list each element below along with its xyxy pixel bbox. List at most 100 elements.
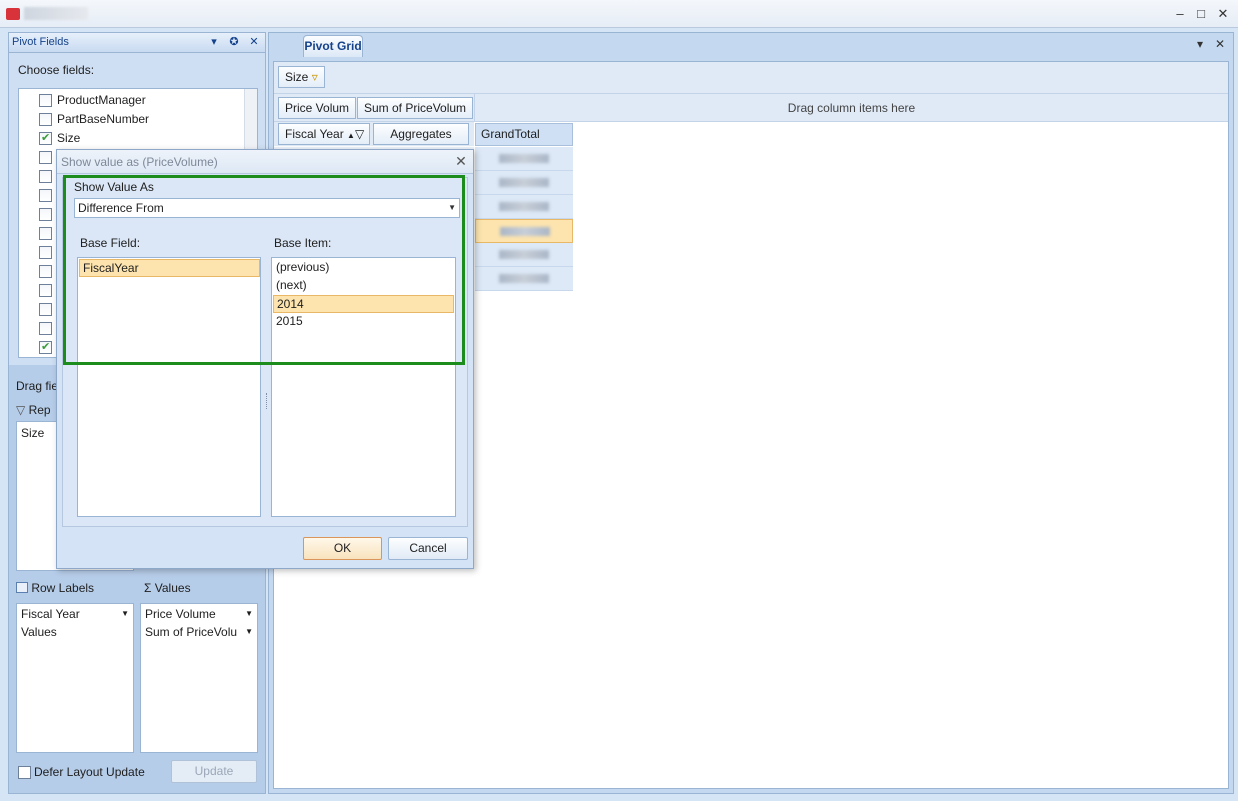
field-checkbox[interactable] (39, 170, 52, 183)
defer-layout-checkbox[interactable] (18, 766, 31, 779)
row-label-item[interactable]: Values (21, 623, 129, 641)
values-header: Σ Values (144, 581, 191, 595)
value-item[interactable]: Sum of PriceVolu ▼ (145, 623, 253, 641)
base-item-option[interactable]: (previous) (273, 259, 454, 277)
update-button[interactable]: Update (171, 760, 257, 783)
field-name: PartBaseNumber (57, 112, 150, 126)
field-row[interactable]: Size (19, 129, 243, 148)
base-item-list[interactable]: (previous) (next) 2014 2015 (271, 257, 456, 517)
redacted-value (499, 274, 549, 283)
report-filter-header: ▽ Rep (16, 403, 51, 417)
show-value-as-dialog: Show value as (PriceVolume) ✕ Show Value… (56, 149, 474, 569)
ok-button[interactable]: OK (303, 537, 382, 560)
base-item-option[interactable]: 2015 (273, 313, 454, 331)
show-value-as-select[interactable]: Difference From ▼ (74, 198, 460, 218)
field-checkbox[interactable] (39, 227, 52, 240)
field-row[interactable]: ProductManager (19, 91, 243, 110)
show-value-as-group-label: Show Value As (74, 180, 154, 194)
filter-icon: ▿ (311, 70, 318, 84)
pivot-fields-title: Pivot Fields (12, 36, 69, 48)
field-checkbox[interactable] (39, 208, 52, 221)
field-name: Size (57, 131, 81, 145)
close-button[interactable]: ✕ (1215, 6, 1231, 22)
sigma-icon: Σ (144, 581, 152, 595)
aggregates-button[interactable]: Aggregates (373, 123, 469, 145)
redacted-value (500, 227, 550, 236)
row-field-fiscal-year[interactable]: Fiscal Year ▲▽ (278, 123, 370, 145)
field-name: ProductManager (57, 93, 146, 107)
redacted-value (499, 250, 549, 259)
row-labels-icon (16, 582, 28, 593)
choose-fields-label: Choose fields: (18, 63, 95, 77)
field-checkbox[interactable] (39, 246, 52, 259)
base-field-list[interactable]: FiscalYear (77, 257, 261, 517)
data-field-price-volume[interactable]: Price Volum (278, 97, 357, 119)
redacted-value (499, 178, 549, 187)
dropdown-arrow-icon[interactable]: ▼ (448, 199, 456, 217)
field-checkbox[interactable] (39, 113, 52, 126)
field-row[interactable]: PartBaseNumber (19, 110, 243, 129)
maximize-button[interactable]: □ (1193, 6, 1209, 22)
field-checkbox[interactable] (39, 131, 52, 145)
tab-pivot-grid[interactable]: Pivot Grid (303, 35, 363, 57)
dialog-title: Show value as (PriceVolume) (61, 155, 218, 169)
window-titlebar: – □ ✕ (0, 0, 1238, 28)
filter-icon: ▽ (16, 403, 26, 417)
field-checkbox[interactable] (39, 340, 52, 354)
grand-total-cell[interactable] (475, 147, 573, 171)
tab-dropdown-icon[interactable]: ▾ (1193, 37, 1207, 51)
dialog-close-icon[interactable]: ✕ (453, 153, 469, 169)
field-checkbox[interactable] (39, 189, 52, 202)
grand-total-cell[interactable] (475, 267, 573, 291)
dialog-body: Show Value As Difference From ▼ Base Fie… (62, 177, 468, 527)
pane-dropdown-icon[interactable]: ▾ (207, 35, 221, 49)
data-field-sum-pricevolume[interactable]: Sum of PriceVolum (357, 97, 474, 119)
base-field-item[interactable]: FiscalYear (79, 259, 260, 277)
filter-field-size[interactable]: Size ▿ (278, 66, 325, 88)
row-label-item[interactable]: Fiscal Year ▼ (21, 605, 129, 623)
cancel-button[interactable]: Cancel (388, 537, 468, 560)
pane-close-icon[interactable]: ✕ (247, 35, 261, 49)
value-item[interactable]: Price Volume ▼ (145, 605, 253, 623)
redacted-value (499, 154, 549, 163)
values-box[interactable]: Price Volume ▼ Sum of PriceVolu ▼ (140, 603, 258, 753)
dropdown-arrow-icon[interactable]: ▼ (245, 605, 253, 623)
field-checkbox[interactable] (39, 303, 52, 316)
base-item-option[interactable]: 2014 (273, 295, 454, 313)
base-item-option[interactable]: (next) (273, 277, 454, 295)
dropdown-arrow-icon[interactable]: ▼ (121, 605, 129, 623)
base-field-label: Base Field: (80, 236, 141, 250)
field-checkbox[interactable] (39, 322, 52, 335)
pin-icon[interactable]: ✪ (227, 35, 241, 49)
app-icon (6, 8, 20, 20)
sort-asc-icon: ▲ (347, 131, 355, 140)
splitter-grip[interactable] (266, 393, 269, 409)
defer-layout-label: Defer Layout Update (34, 765, 145, 779)
grand-total-cell[interactable] (475, 243, 573, 267)
pivot-fields-header: Pivot Fields ▾ ✪ ✕ (9, 33, 265, 53)
grand-total-cell[interactable] (475, 219, 573, 243)
filter-icon: ▽ (354, 127, 365, 141)
column-drop-area[interactable]: Drag column items here (474, 94, 1228, 122)
dropdown-arrow-icon[interactable]: ▼ (245, 623, 253, 641)
base-item-label: Base Item: (274, 236, 332, 250)
row-labels-header: Row Labels (16, 581, 94, 595)
report-filter-item[interactable]: Size (21, 426, 44, 440)
row-labels-box[interactable]: Fiscal Year ▼ Values (16, 603, 134, 753)
field-checkbox[interactable] (39, 265, 52, 278)
minimize-button[interactable]: – (1172, 6, 1188, 22)
grand-total-cell[interactable] (475, 171, 573, 195)
field-checkbox[interactable] (39, 151, 52, 164)
drag-fields-label: Drag fie (16, 379, 59, 393)
dialog-titlebar: Show value as (PriceVolume) ✕ (57, 150, 473, 174)
redacted-value (499, 202, 549, 211)
grand-total-cell[interactable] (475, 195, 573, 219)
tab-close-icon[interactable]: ✕ (1213, 37, 1227, 51)
row-header-area: Fiscal Year ▲▽ Aggregates (274, 122, 474, 146)
field-checkbox[interactable] (39, 94, 52, 107)
filter-bar: Size ▿ (274, 62, 1228, 94)
data-header-area: Price Volum Sum of PriceVolum (274, 94, 474, 122)
field-checkbox[interactable] (39, 284, 52, 297)
window-title-redacted (24, 7, 88, 20)
grand-total-header: GrandTotal (475, 123, 573, 146)
